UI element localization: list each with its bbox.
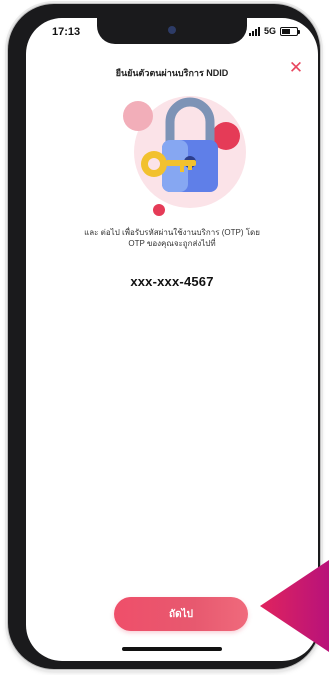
otp-description: และ ต่อไป เพื่อรับรหัสผ่านใช้งานบริการ (…: [42, 227, 302, 249]
battery-fill: [282, 28, 291, 34]
home-indicator: [122, 647, 222, 651]
status-time: 17:13: [52, 26, 81, 38]
padlock-with-key-icon: [123, 96, 246, 216]
stage: 17:13 5G ยืนยันตัวตนผ่านบริการ NDID ✕ แล…: [0, 0, 329, 675]
decor-circle-pink: [123, 101, 153, 131]
decor-dot-red: [153, 204, 165, 216]
key-tooth: [180, 165, 184, 172]
close-icon[interactable]: ✕: [286, 58, 306, 78]
page-title: ยืนยันตัวตนผ่านบริการ NDID: [115, 68, 229, 78]
key-tooth: [188, 165, 192, 170]
description-line: และ ต่อไป เพื่อรับรหัสผ่านใช้งานบริการ (…: [84, 228, 260, 237]
camera-icon: [168, 26, 176, 34]
status-indicators: 5G: [248, 26, 300, 36]
next-button[interactable]: ถัดไป: [114, 597, 248, 631]
key-bow-hole: [148, 158, 160, 170]
masked-phone-number: xxx-xxx-4567: [130, 274, 214, 289]
notch: [97, 18, 247, 44]
network-type: 5G: [263, 26, 276, 36]
battery-icon: [280, 26, 300, 36]
description-line: OTP ของคุณจะถูกส่งไปที่: [128, 239, 216, 248]
signal-icon: [248, 26, 260, 36]
pointer-arrow-icon: [260, 560, 329, 652]
